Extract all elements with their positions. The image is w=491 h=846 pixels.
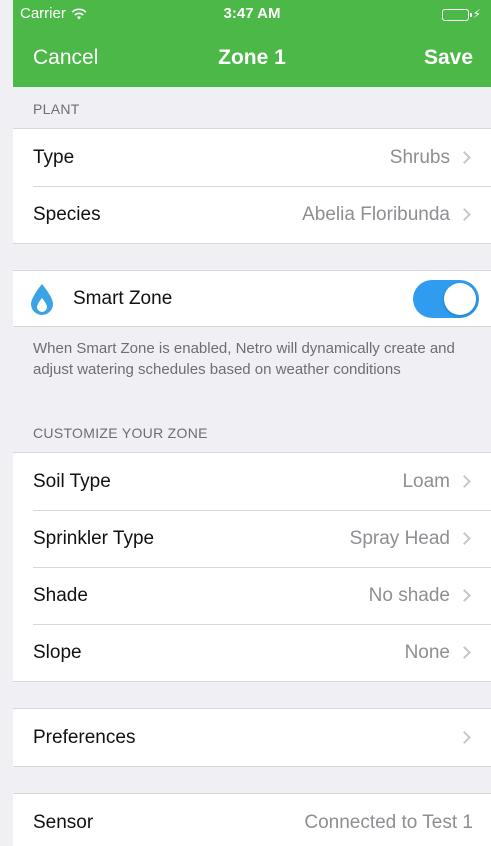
battery-icon	[442, 9, 472, 21]
slope-value: None	[404, 641, 450, 663]
sensor-value: Connected to Test 1	[304, 811, 473, 833]
smart-zone-label: Smart Zone	[73, 287, 173, 309]
customize-group: Soil Type Loam Sprinkler Type Spray Head…	[13, 453, 491, 682]
clock: 3:47 AM	[223, 5, 281, 22]
soil-type-value: Loam	[402, 470, 450, 492]
smart-zone-description: When Smart Zone is enabled, Netro will d…	[33, 340, 455, 378]
water-drop-icon	[29, 283, 55, 315]
top-bar: Carrier 3:47 AM ⚡ Cancel Zone 1 Save	[13, 0, 491, 87]
preferences-row[interactable]: Preferences	[13, 709, 491, 766]
slope-row[interactable]: Slope None	[13, 624, 491, 681]
sensor-label: Sensor	[33, 811, 94, 833]
save-button[interactable]: Save	[424, 46, 473, 70]
type-label: Type	[33, 146, 75, 168]
status-bar: Carrier 3:47 AM ⚡	[13, 0, 491, 30]
chevron-right-icon	[458, 475, 471, 488]
type-value: Shrubs	[389, 146, 450, 168]
chevron-right-icon	[458, 646, 471, 659]
shade-value: No shade	[368, 584, 450, 606]
sensor-row[interactable]: Sensor Connected to Test 1	[13, 794, 491, 846]
plant-section-header: PLANT	[13, 87, 491, 129]
smart-zone-toggle[interactable]	[413, 279, 479, 318]
toggle-knob	[444, 282, 476, 315]
charging-bolt-icon: ⚡	[472, 7, 481, 21]
chevron-right-icon	[458, 208, 471, 221]
plant-group: Type Shrubs Species Abelia Floribunda	[13, 129, 491, 244]
sprinkler-type-row[interactable]: Sprinkler Type Spray Head	[13, 510, 491, 567]
sprinkler-type-value: Spray Head	[349, 527, 450, 549]
species-row[interactable]: Species Abelia Floribunda	[13, 186, 491, 243]
preferences-group: Preferences	[13, 708, 491, 767]
page-title: Zone 1	[218, 46, 286, 69]
slope-label: Slope	[33, 641, 82, 663]
species-label: Species	[33, 203, 101, 225]
shade-label: Shade	[33, 584, 88, 606]
customize-section-header: CUSTOMIZE YOUR ZONE	[13, 411, 491, 453]
smart-zone-group: Smart Zone	[13, 270, 491, 327]
chevron-right-icon	[458, 532, 471, 545]
soil-type-row[interactable]: Soil Type Loam	[13, 453, 491, 510]
smart-zone-row: Smart Zone	[13, 271, 491, 326]
chevron-right-icon	[458, 731, 471, 744]
preferences-label: Preferences	[33, 726, 136, 748]
type-row[interactable]: Type Shrubs	[13, 129, 491, 186]
shade-row[interactable]: Shade No shade	[13, 567, 491, 624]
species-value: Abelia Floribunda	[302, 203, 450, 225]
chevron-right-icon	[458, 151, 471, 164]
zone-settings-screen: Carrier 3:47 AM ⚡ Cancel Zone 1 Save PLA…	[13, 0, 491, 846]
chevron-right-icon	[458, 589, 471, 602]
navigation-bar: Cancel Zone 1 Save	[13, 30, 491, 87]
soil-type-label: Soil Type	[33, 470, 111, 492]
sprinkler-type-label: Sprinkler Type	[33, 527, 155, 549]
sensor-group: Sensor Connected to Test 1	[13, 793, 491, 846]
